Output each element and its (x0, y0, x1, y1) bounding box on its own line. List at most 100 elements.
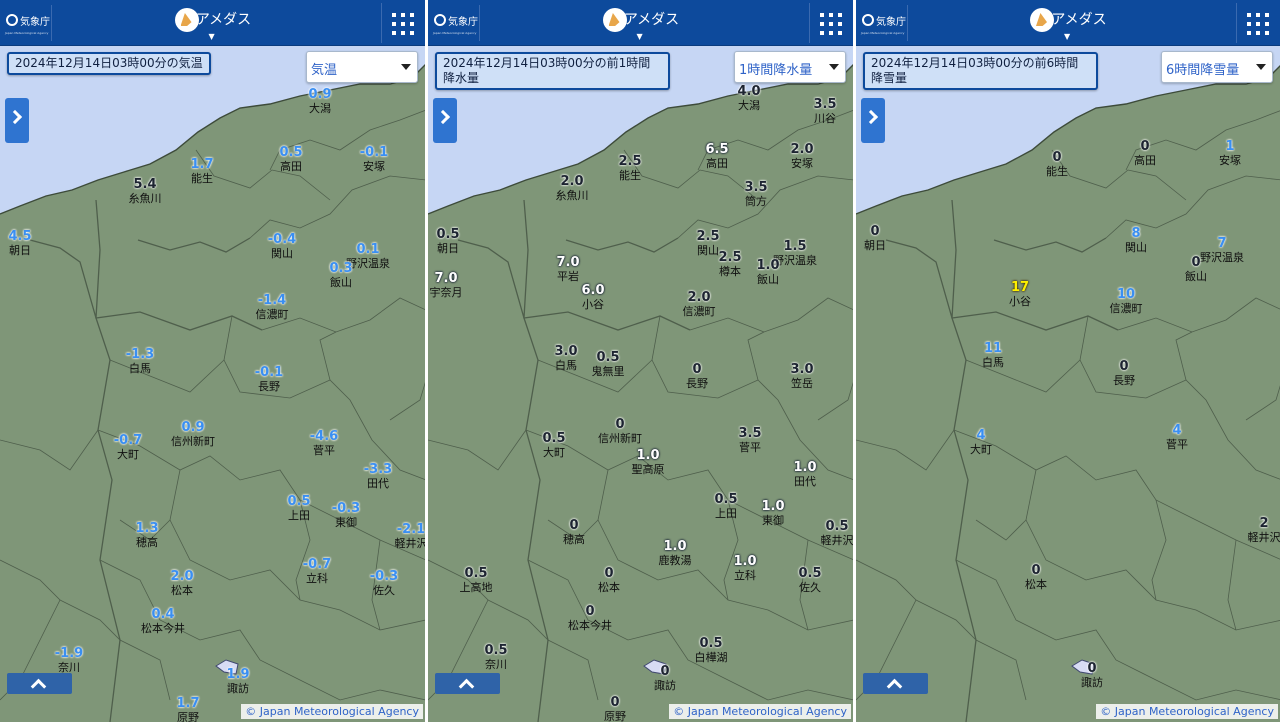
station-marker[interactable]: 6.5 高田 (705, 143, 728, 171)
station-marker[interactable]: 0 能生 (1046, 151, 1068, 179)
station-marker[interactable]: -1.9 奈川 (55, 647, 83, 675)
station-marker[interactable]: 0.5 軽井沢 (821, 520, 854, 548)
station-marker[interactable]: 2.0 松本 (170, 570, 193, 598)
station-marker[interactable]: 0 諏訪 (1081, 662, 1103, 690)
station-marker[interactable]: 0.5 高田 (279, 146, 302, 174)
station-marker[interactable]: 0 松本 (598, 567, 620, 595)
station-marker[interactable]: 0.5 上高地 (460, 567, 493, 595)
station-marker[interactable]: 7.0 宇奈月 (430, 272, 463, 300)
station-marker[interactable]: 3.0 白馬 (554, 345, 577, 373)
map-canvas[interactable] (428, 0, 853, 722)
station-marker[interactable]: 1.7 能生 (190, 158, 213, 186)
station-marker[interactable]: 2.0 信濃町 (683, 291, 716, 319)
station-marker[interactable]: 0 穂高 (563, 519, 585, 547)
station-marker[interactable]: 0 飯山 (1185, 256, 1207, 284)
menu-button[interactable] (1236, 3, 1276, 43)
station-marker[interactable]: 0 松本今井 (568, 605, 612, 633)
copyright-credit[interactable]: © Japan Meteorological Agency (669, 704, 851, 719)
station-marker[interactable]: 1.7 原野 (176, 697, 199, 722)
expand-sidebar-button[interactable] (433, 98, 457, 143)
station-marker[interactable]: 0 長野 (686, 363, 708, 391)
station-marker[interactable]: -2.1 軽井沢 (395, 523, 426, 551)
page-title[interactable]: アメダス (0, 9, 425, 29)
station-marker[interactable]: 1.9 諏訪 (226, 668, 249, 696)
station-marker[interactable]: 4.5 朝日 (8, 230, 31, 258)
station-marker[interactable]: 0.5 白樺湖 (695, 637, 728, 665)
station-marker[interactable]: 0.3 飯山 (329, 262, 352, 290)
chevron-down-icon[interactable]: ▼ (1064, 32, 1070, 41)
station-marker[interactable]: 1.0 東御 (761, 500, 784, 528)
station-marker[interactable]: -0.1 安塚 (360, 146, 388, 174)
station-marker[interactable]: 3.5 川谷 (813, 98, 836, 126)
chevron-down-icon[interactable]: ▼ (209, 32, 215, 41)
station-marker[interactable]: 17 小谷 (1009, 281, 1031, 309)
station-marker[interactable]: 11 白馬 (982, 342, 1004, 370)
chevron-down-icon[interactable]: ▼ (637, 32, 643, 41)
station-marker[interactable]: -0.7 大町 (114, 434, 142, 462)
map-canvas[interactable] (856, 0, 1280, 722)
station-marker[interactable]: 0.1 野沢温泉 (346, 243, 390, 271)
station-marker[interactable]: 1.0 鹿教湯 (659, 540, 692, 568)
element-select[interactable]: 気温 (306, 51, 418, 83)
station-marker[interactable]: 4 大町 (970, 429, 992, 457)
station-marker[interactable]: 0 高田 (1134, 140, 1156, 168)
station-marker[interactable]: -0.3 東御 (332, 502, 360, 530)
station-marker[interactable]: 0 諏訪 (654, 665, 676, 693)
station-marker[interactable]: 0.9 信州新町 (171, 421, 215, 449)
expand-sidebar-button[interactable] (861, 98, 885, 143)
station-marker[interactable]: -1.4 信濃町 (256, 294, 289, 322)
station-marker[interactable]: -4.6 菅平 (310, 430, 338, 458)
station-marker[interactable]: 1.0 飯山 (756, 259, 779, 287)
copyright-credit[interactable]: © Japan Meteorological Agency (1096, 704, 1278, 719)
menu-button[interactable] (809, 3, 849, 43)
station-marker[interactable]: -0.3 佐久 (370, 570, 398, 598)
station-marker[interactable]: 6.0 小谷 (581, 284, 604, 312)
station-marker[interactable]: 0.5 佐久 (798, 567, 821, 595)
station-marker[interactable]: -3.3 田代 (364, 463, 392, 491)
station-marker[interactable]: 2 軽井沢 (1248, 517, 1280, 545)
station-marker[interactable]: 1 安塚 (1219, 140, 1241, 168)
station-marker[interactable]: 2.0 糸魚川 (556, 175, 589, 203)
page-title[interactable]: アメダス (856, 9, 1280, 29)
station-marker[interactable]: 2.5 樽本 (718, 251, 741, 279)
station-marker[interactable]: 2.5 関山 (696, 230, 719, 258)
station-marker[interactable]: 0.9 大潟 (308, 88, 331, 116)
station-marker[interactable]: 0 長野 (1113, 360, 1135, 388)
station-marker[interactable]: 4 菅平 (1166, 424, 1188, 452)
station-marker[interactable]: 5.4 糸魚川 (129, 178, 162, 206)
station-marker[interactable]: 0.5 朝日 (436, 228, 459, 256)
expand-sidebar-button[interactable] (5, 98, 29, 143)
station-marker[interactable]: -0.1 長野 (255, 366, 283, 394)
station-marker[interactable]: 1.0 立科 (733, 555, 756, 583)
station-marker[interactable]: 0.4 松本今井 (141, 608, 185, 636)
station-marker[interactable]: 1.5 野沢温泉 (773, 240, 817, 268)
scroll-up-button[interactable] (7, 673, 72, 695)
station-marker[interactable]: 3.0 笠岳 (790, 363, 813, 391)
page-title[interactable]: アメダス (428, 9, 853, 29)
scroll-up-button[interactable] (863, 673, 928, 695)
station-marker[interactable]: 10 信濃町 (1110, 288, 1143, 316)
station-marker[interactable]: 8 関山 (1125, 227, 1147, 255)
station-marker[interactable]: 1.0 田代 (793, 461, 816, 489)
station-marker[interactable]: 4.0 大潟 (737, 85, 760, 113)
scroll-up-button[interactable] (435, 673, 500, 695)
station-marker[interactable]: -1.3 白馬 (126, 348, 154, 376)
station-marker[interactable]: 0.5 鬼無里 (592, 351, 625, 379)
station-marker[interactable]: 0 朝日 (864, 225, 886, 253)
station-marker[interactable]: 7.0 平岩 (556, 256, 579, 284)
station-marker[interactable]: 2.0 安塚 (790, 143, 813, 171)
station-marker[interactable]: 0.5 大町 (542, 432, 565, 460)
station-marker[interactable]: 0 原野 (604, 696, 626, 722)
station-marker[interactable]: 2.5 能生 (618, 155, 641, 183)
station-marker[interactable]: 3.5 菅平 (738, 427, 761, 455)
copyright-credit[interactable]: © Japan Meteorological Agency (241, 704, 423, 719)
station-marker[interactable]: 0 信州新町 (598, 418, 642, 446)
station-marker[interactable]: 0.5 上田 (287, 495, 310, 523)
map-canvas[interactable] (0, 0, 425, 722)
station-marker[interactable]: 0.5 奈川 (484, 644, 507, 672)
element-select[interactable]: 6時間降雪量 (1161, 51, 1273, 83)
station-marker[interactable]: 0.5 上田 (714, 493, 737, 521)
station-marker[interactable]: -0.7 立科 (303, 558, 331, 586)
station-marker[interactable]: 0 松本 (1025, 564, 1047, 592)
menu-button[interactable] (381, 3, 421, 43)
